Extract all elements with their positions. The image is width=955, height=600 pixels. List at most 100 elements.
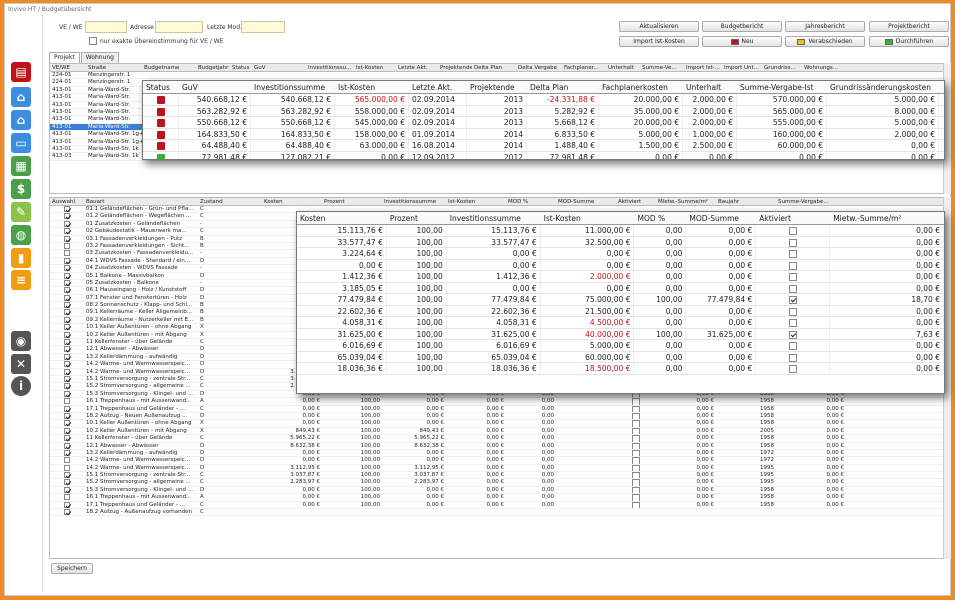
column-header[interactable]: Delta Plan — [472, 64, 516, 71]
column-header[interactable]: Status — [230, 64, 252, 71]
table-row[interactable]: 31.625,00 €100,00 31.625,00 €40.000,00 €1… — [297, 328, 944, 340]
table-row[interactable]: 15.3 Stromversorgung - Klingel- und ... D… — [50, 486, 950, 495]
select-checkbox[interactable] — [64, 486, 70, 493]
column-header[interactable]: Letzte Akt. — [396, 64, 438, 71]
column-header[interactable]: Delta Plan — [527, 81, 599, 93]
select-checkbox[interactable] — [64, 479, 70, 486]
select-checkbox[interactable] — [64, 361, 70, 368]
tools-icon[interactable]: ✎ — [11, 202, 31, 222]
aktiviert-checkbox[interactable] — [632, 435, 640, 442]
table-row[interactable]: 164.833,50 €164.833,50 €158.000,00 €01.0… — [143, 128, 944, 140]
table-row[interactable]: 3.224,64 €100,00 0,00 €0,00 €0,00 0,00 €0,… — [297, 248, 944, 260]
table-row[interactable]: 550.668,12 €550.668,12 €545.000,00 €02.0… — [143, 117, 944, 129]
aktiviert-checkbox[interactable] — [788, 353, 797, 362]
select-checkbox[interactable] — [64, 398, 70, 405]
column-header[interactable]: Auswahl — [50, 198, 84, 205]
select-checkbox[interactable] — [64, 302, 70, 309]
select-checkbox[interactable] — [64, 435, 70, 442]
select-checkbox[interactable] — [64, 449, 70, 456]
aktiviert-checkbox[interactable] — [632, 501, 640, 508]
table-row[interactable]: 13.2 Kellerdämmung - aufwändig D 0,00 € 100… — [50, 449, 950, 458]
column-header[interactable]: MOD % — [634, 212, 686, 224]
wrench-icon[interactable]: ✕ — [11, 354, 31, 374]
tab-projekt[interactable]: Projekt — [49, 52, 80, 63]
column-header[interactable]: Ist-Kosten — [541, 212, 635, 224]
table-row[interactable]: 540.668,12 €540.668,12 €565.000,00 €02.0… — [143, 94, 944, 106]
projektbericht-button[interactable]: Projektbericht — [869, 21, 949, 32]
aktiviert-checkbox[interactable] — [788, 307, 797, 316]
tab-wohnung[interactable]: Wohnung — [80, 52, 119, 63]
table-row[interactable]: 33.577,47 €100,00 33.577,47 €32.500,00 €0… — [297, 236, 944, 248]
column-header[interactable]: Grundrissänderungskosten — [827, 81, 939, 93]
table-row[interactable]: 15.1 Stromversorgung - zentrale Str... C 3… — [50, 472, 950, 480]
select-checkbox[interactable] — [64, 287, 70, 294]
select-checkbox[interactable] — [64, 412, 70, 419]
select-checkbox[interactable] — [64, 509, 70, 516]
table-row[interactable]: 22.602,36 €100,00 22.602,36 €21.500,00 €0… — [297, 305, 944, 317]
select-checkbox[interactable] — [64, 331, 70, 338]
column-header[interactable]: Budgetname — [142, 64, 196, 71]
table-row[interactable]: 4.058,31 €100,00 4.058,31 €4.500,00 €0,00… — [297, 317, 944, 329]
table-row[interactable]: 15.113,76 €100,00 15.113,76 €11.000,00 €0… — [297, 225, 944, 237]
column-header[interactable]: Prozent — [322, 198, 382, 205]
table-row[interactable]: 10.2 Keller Außentüren - mit Abgang X 849,… — [50, 427, 950, 436]
column-header[interactable]: Mietw.-Summe/m² — [656, 198, 716, 205]
table-row[interactable]: 17.1 Treppenhaus und Geländer - ... C 0,00… — [50, 405, 950, 413]
column-header[interactable]: Bauart — [84, 198, 198, 205]
select-checkbox[interactable] — [64, 420, 70, 427]
column-header[interactable]: Summe-Vergabe... — [776, 198, 846, 205]
aktiviert-checkbox[interactable] — [632, 457, 640, 464]
table-row[interactable]: 10.1 Keller Außentüren - ohne Abgang X 0,0… — [50, 420, 950, 428]
furniture-icon[interactable]: ▭ — [11, 133, 31, 153]
table-row[interactable]: 18.2 Aufzug - Außenaufzug vorhanden C — [50, 509, 950, 517]
aktiviert-checkbox[interactable] — [632, 442, 640, 449]
column-header[interactable]: Investitionssu... — [306, 64, 354, 71]
ve-input[interactable] — [85, 21, 127, 33]
select-checkbox[interactable] — [64, 228, 70, 235]
column-header[interactable]: Kosten — [297, 212, 387, 224]
column-header[interactable]: Investitionssumme — [251, 81, 335, 93]
table-row[interactable]: 18.2 Aufzug - Neuen Außenaufzug ... D 0,00… — [50, 412, 950, 421]
aktiviert-checkbox[interactable] — [632, 479, 640, 486]
column-header[interactable]: GuV — [179, 81, 251, 93]
column-header[interactable]: Wohnungs... — [802, 64, 842, 71]
aktiviert-checkbox[interactable] — [788, 273, 797, 281]
table-row[interactable]: 11 Kellerfenster - über Gelände C 5.965,22… — [50, 435, 950, 443]
select-checkbox[interactable] — [64, 472, 70, 479]
aktiviert-checkbox[interactable] — [788, 330, 797, 339]
exact-match-checkbox[interactable] — [89, 37, 97, 45]
select-checkbox[interactable] — [64, 405, 70, 412]
column-header[interactable]: Summe-Ve... — [640, 64, 684, 71]
column-header[interactable]: Summe-Vergabe-Ist — [737, 81, 827, 93]
select-checkbox[interactable] — [64, 235, 70, 242]
column-header[interactable]: Prozent — [387, 212, 447, 224]
aktiviert-checkbox[interactable] — [788, 238, 797, 247]
table-row[interactable]: 72.981,48 €127.082,21 €0,00 €12.09.2012 2… — [143, 151, 944, 159]
column-header[interactable]: VE/WE — [50, 64, 86, 71]
aktiviert-checkbox[interactable] — [632, 412, 640, 420]
select-checkbox[interactable] — [64, 316, 70, 323]
column-header[interactable]: Mietw.-Summe/m² — [830, 212, 944, 224]
aktiviert-checkbox[interactable] — [788, 365, 797, 373]
select-checkbox[interactable] — [64, 457, 70, 464]
column-header[interactable]: Fachplanerkosten — [599, 81, 683, 93]
column-header[interactable]: Projektende — [467, 81, 527, 93]
select-checkbox[interactable] — [64, 501, 70, 508]
select-checkbox[interactable] — [64, 464, 70, 471]
table-row[interactable]: 14.2 Warme- und Warmwasserspeic... D 3.112… — [50, 464, 950, 473]
column-header[interactable]: Projektende — [438, 64, 472, 71]
stack-icon[interactable]: ▦ — [11, 156, 31, 176]
table-row[interactable]: 563.282,92 €563.282,92 €558.000,00 €02.0… — [143, 105, 944, 117]
select-checkbox[interactable] — [64, 375, 70, 382]
column-header[interactable]: GuV — [252, 64, 306, 71]
table-row[interactable]: 18.036,36 €100,00 18.036,36 €18.500,00 €0… — [297, 363, 944, 375]
column-header[interactable]: Status — [143, 81, 179, 93]
select-checkbox[interactable] — [64, 265, 70, 272]
table-row[interactable]: 1.412,36 €100,00 1.412,36 €2.000,00 €0,00… — [297, 271, 944, 283]
neu-button[interactable]: Neu — [702, 36, 782, 47]
aktiviert-checkbox[interactable] — [788, 261, 797, 270]
table-row[interactable]: 16.1 Treppenhaus - mit Aussenwand... A 0,0… — [50, 398, 950, 406]
aktiviert-checkbox[interactable] — [632, 420, 640, 427]
building-icon[interactable]: ⌂ — [11, 87, 31, 107]
select-checkbox[interactable] — [64, 294, 70, 301]
